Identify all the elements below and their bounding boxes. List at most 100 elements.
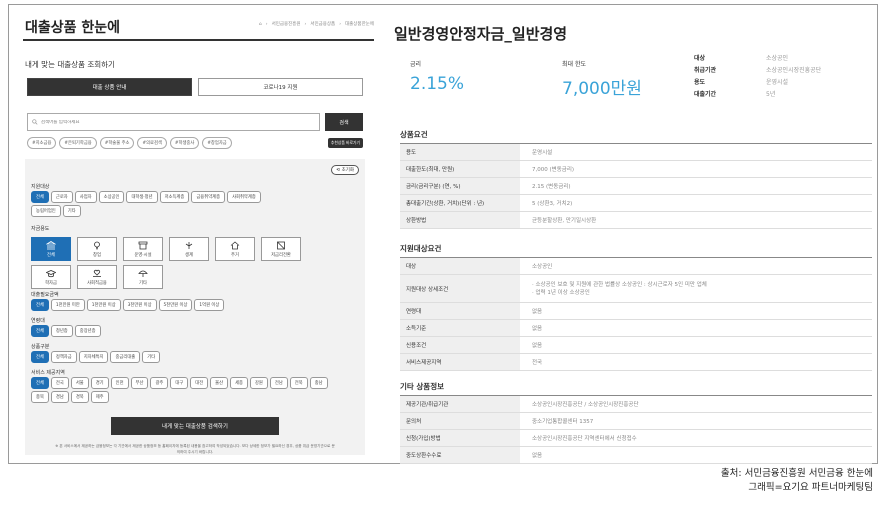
filter-chip[interactable]: 전국 — [50, 377, 69, 389]
filter-chip[interactable]: 전체 — [31, 351, 49, 363]
filter-chip[interactable]: 제주 — [90, 391, 109, 403]
tab-covid-support[interactable]: 코로나19 지원 — [198, 78, 363, 96]
breadcrumb-item[interactable]: 서민금융상품 — [310, 21, 335, 27]
breadcrumb-item[interactable]: 서민금융진흥원 — [272, 21, 301, 27]
reset-label: 초기화 — [341, 168, 354, 173]
filter-chip[interactable]: 울산 — [210, 377, 229, 389]
filter-chips-region: 전체 전국 서울 경기 인천 부산 광주 대구 대전 울산 세종 강원 전남 전… — [31, 377, 341, 403]
filter-chip[interactable]: 사업자 — [74, 191, 97, 203]
filter-chip[interactable]: 5천만원 이상 — [158, 299, 193, 311]
filter-chip[interactable]: 1천만원 미만 — [50, 299, 85, 311]
filter-chip[interactable]: 인천 — [110, 377, 129, 389]
filter-chip[interactable]: 기타 — [62, 205, 81, 217]
home-icon[interactable]: ⌂ — [259, 22, 262, 27]
filter-chip[interactable]: 중장년층 — [74, 325, 101, 337]
search-loan-products-button[interactable]: 내게 맞는 대출상품 검색하기 — [111, 417, 279, 435]
loan-search-panel: 대출상품 한눈에 ⌂ › 서민금융진흥원 › 서민금융상품 › 대출상품한눈에 … — [19, 5, 374, 463]
filter-chip[interactable]: 전남 — [269, 377, 288, 389]
filter-chip[interactable]: 3천만원 이상 — [122, 299, 157, 311]
filter-chip[interactable]: 경기 — [90, 377, 109, 389]
filter-chip[interactable]: 1천만원 이상 — [86, 299, 121, 311]
hashtag-chip[interactable]: #학술물 주소 — [99, 137, 135, 149]
shop-icon — [138, 241, 148, 249]
hashtag-chip[interactable]: #의료검색 — [137, 137, 167, 149]
table-row: 연령대 없음 — [400, 302, 872, 320]
filter-label-region: 서비스 제공지역 — [31, 370, 65, 376]
credit-line: 그래픽=요기요 파트너마케팅팀 — [748, 482, 873, 493]
filter-chip[interactable]: 중금리대출 — [110, 351, 141, 363]
filter-chip[interactable]: 전체 — [31, 325, 49, 337]
filter-chip[interactable]: 전체 — [31, 191, 49, 203]
filter-chip[interactable]: 금융취약계층 — [191, 191, 226, 203]
use-card-operation[interactable]: 운영·시설 — [123, 237, 163, 261]
use-card-living[interactable]: 생계 — [169, 237, 209, 261]
filter-chip[interactable]: 전체 — [31, 299, 49, 311]
requirements-table: 용도 운영시설 대출한도(최대, 만원) 7,000 (변동금리) 금리(금리구분)… — [400, 143, 872, 229]
filter-chip[interactable]: 세종 — [230, 377, 248, 389]
filter-chip[interactable]: 사회취약계층 — [227, 191, 261, 203]
search-box — [27, 113, 320, 131]
section-title-eligibility: 지원대상요건 — [400, 244, 442, 253]
use-card-social[interactable]: 사회적금융 — [77, 265, 117, 289]
filter-chip[interactable]: 저소득계층 — [159, 191, 190, 203]
search-input[interactable] — [40, 119, 319, 125]
recommended-products-button[interactable]: 추천상품 바로가기 — [327, 138, 363, 148]
filter-chip[interactable]: 경북 — [70, 391, 89, 403]
filter-chip[interactable]: 기타 — [142, 351, 161, 363]
filter-chip[interactable]: 충북 — [31, 391, 49, 403]
filter-chip[interactable]: 대구 — [170, 377, 189, 389]
filter-chip[interactable]: 충남 — [309, 377, 328, 389]
use-card-refinance[interactable]: 저금리전환 — [261, 237, 301, 261]
hashtag-row: #지소금융 #은퇴기학금융 #학술물 주소 #의료검색 #학생중사 #창업자금 … — [27, 137, 363, 149]
reset-button[interactable]: ⟲ 초기화 — [331, 165, 359, 175]
use-card-all[interactable]: 전체 — [31, 237, 71, 261]
filter-chip[interactable]: 소상공인 — [98, 191, 125, 203]
use-card-grid: 전체 창업 운영·시설 생계 주거 저금리전환 학자금 사회적금융 기타 — [31, 237, 301, 289]
table-row: 소득기준 없음 — [400, 319, 872, 337]
filter-chip[interactable]: 정책자금 — [50, 351, 77, 363]
divider — [23, 39, 374, 41]
tab-loan-products[interactable]: 대출 상품 안내 — [27, 78, 192, 96]
use-card-tuition[interactable]: 학자금 — [31, 265, 71, 289]
hashtag-chip[interactable]: #학생중사 — [169, 137, 200, 149]
section-title-other-info: 기타 상품정보 — [400, 382, 445, 391]
filter-label-type: 상품구분 — [31, 344, 50, 350]
hashtag-chip[interactable]: #창업자금 — [202, 137, 232, 149]
table-row: 신청(가입)방법 소상공인시장진흥공단 지역센터에서 신청접수 — [400, 429, 872, 447]
table-row: 총대출기간(상환, 거치)(단위 : 년) 5 (상환3, 거치2) — [400, 194, 872, 212]
breadcrumb: ⌂ › 서민금융진흥원 › 서민금융상품 › 대출상품한눈에 — [258, 21, 374, 28]
info-row: 대출기간 5년 — [694, 91, 776, 98]
filter-chip[interactable]: 경남 — [50, 391, 69, 403]
bank-icon — [46, 240, 56, 249]
table-row: 대상 소상공인 — [400, 257, 872, 275]
filter-chip[interactable]: 대학생·청년 — [126, 191, 158, 203]
hashtag-chip[interactable]: #지소금융 — [27, 137, 57, 149]
filter-chip[interactable]: 강원 — [249, 377, 268, 389]
bulb-icon — [94, 241, 100, 249]
info-row: 대상 소상공인 — [694, 55, 789, 62]
filter-chip[interactable]: 서울 — [70, 377, 89, 389]
use-card-etc[interactable]: 기타 — [123, 265, 163, 289]
search-button[interactable]: 검색 — [325, 113, 363, 131]
filter-chip[interactable]: 근로자 — [50, 191, 73, 203]
search-icon — [32, 119, 38, 125]
breadcrumb-item[interactable]: 대출상품한눈에 — [345, 21, 374, 27]
filter-chip[interactable]: 전북 — [289, 377, 308, 389]
search-row: 검색 — [27, 113, 363, 131]
info-row: 취급기관 소상공인시장진흥공단 — [694, 67, 822, 74]
filter-chip[interactable]: 부산 — [130, 377, 149, 389]
hashtag-chip[interactable]: #은퇴기학금융 — [59, 137, 97, 149]
filter-chip[interactable]: 전체 — [31, 377, 49, 389]
filter-chip[interactable]: 광주 — [150, 377, 169, 389]
product-title: 일반경영안정자금_일반경영 — [394, 25, 568, 43]
limit-label: 최대 한도 — [562, 61, 586, 68]
section-title-requirements: 상품요건 — [400, 130, 428, 139]
use-card-housing[interactable]: 주거 — [215, 237, 255, 261]
use-card-startup[interactable]: 창업 — [77, 237, 117, 261]
filter-chip[interactable]: 대전 — [190, 377, 209, 389]
filter-chip[interactable]: 1억원 이상 — [194, 299, 225, 311]
filter-chip[interactable]: 농림어업인 — [31, 205, 61, 217]
filter-chips-age: 전체 청년층 중장년층 — [31, 325, 281, 337]
filter-chip[interactable]: 지자체특지 — [78, 351, 109, 363]
filter-chip[interactable]: 청년층 — [50, 325, 73, 337]
